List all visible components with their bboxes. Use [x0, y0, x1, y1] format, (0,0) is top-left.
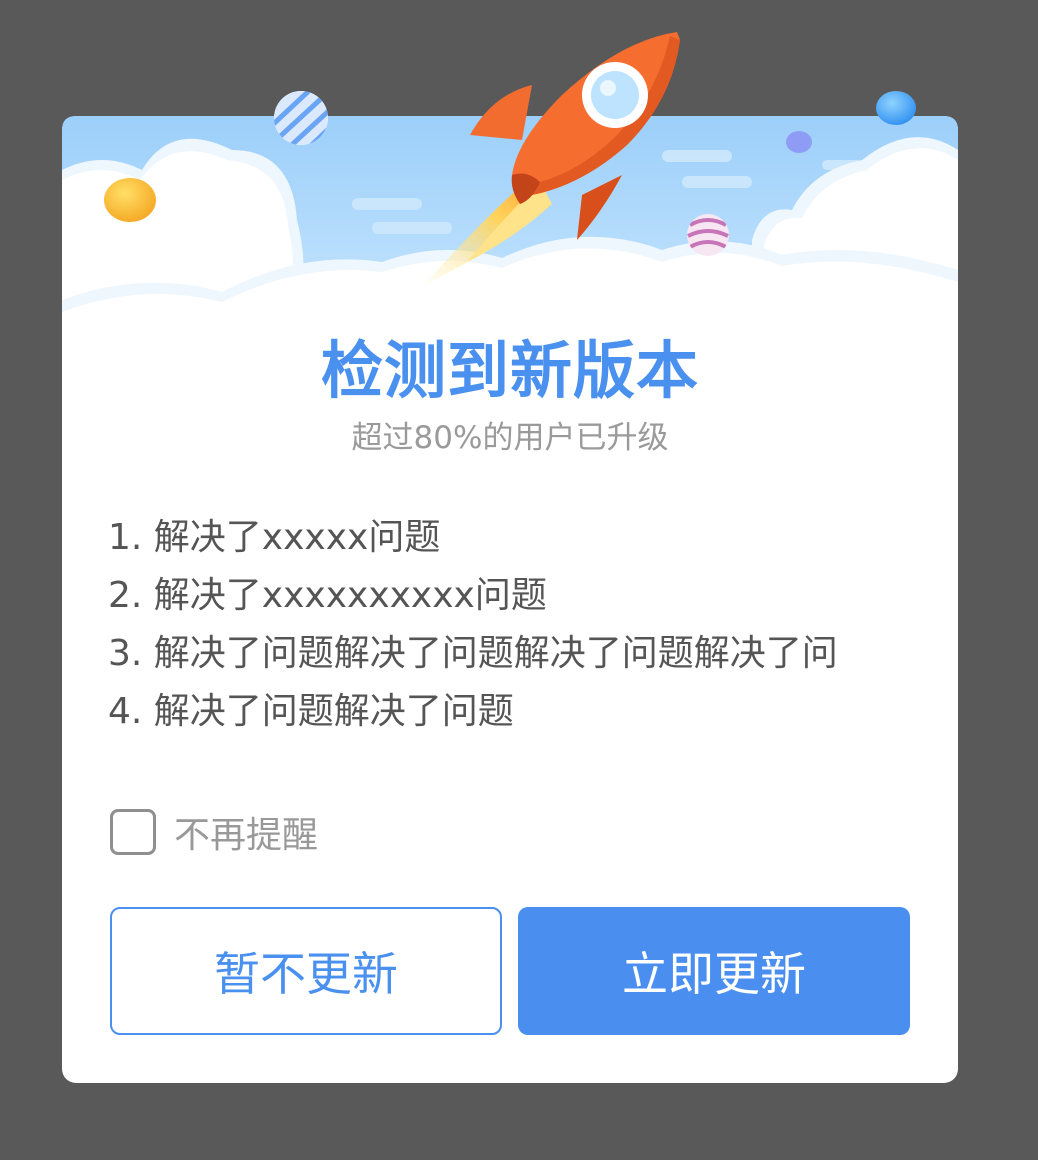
update-dialog: 检测到新版本 超过80%的用户已升级 1. 解决了xxxxx问题 2. 解决了x…	[62, 32, 958, 1083]
dont-remind-option[interactable]: 不再提醒	[110, 806, 318, 858]
release-note-item: 1. 解决了xxxxx问题	[108, 517, 441, 558]
dont-remind-checkbox[interactable]	[110, 809, 156, 855]
planet-icon	[104, 91, 916, 256]
rocket-icon	[424, 32, 680, 285]
not-now-button[interactable]: 暂不更新	[110, 907, 502, 1035]
modal-overlay: 检测到新版本 超过80%的用户已升级 1. 解决了xxxxx问题 2. 解决了x…	[0, 0, 1038, 1160]
dialog-subtitle: 超过80%的用户已升级	[351, 420, 669, 456]
release-note-item: 4. 解决了问题解决了问题	[108, 691, 514, 732]
release-note-item: 3. 解决了问题解决了问题解决了问题解决了问	[108, 633, 838, 674]
dont-remind-label: 不再提醒	[174, 815, 319, 856]
release-note-item: 2. 解决了xxxxxxxxxx问题	[108, 575, 547, 616]
release-notes-list: 1. 解决了xxxxx问题 2. 解决了xxxxxxxxxx问题 3. 解决了问…	[108, 509, 928, 741]
update-now-button[interactable]: 立即更新	[518, 907, 910, 1035]
dialog-title: 检测到新版本	[320, 334, 699, 407]
